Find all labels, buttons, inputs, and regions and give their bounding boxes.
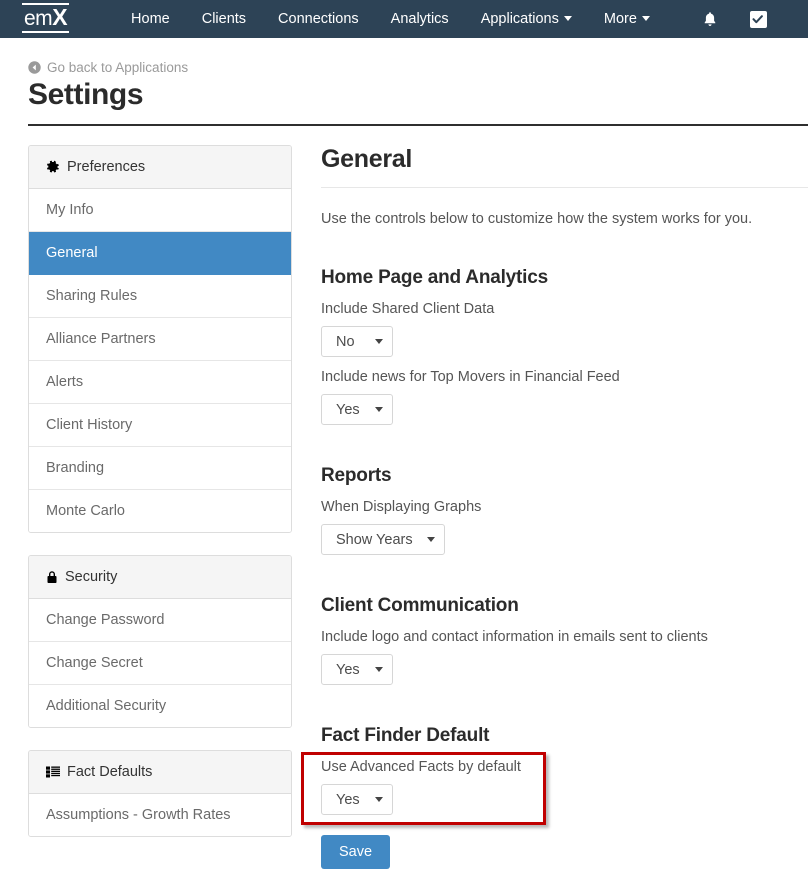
chevron-down-icon	[375, 667, 383, 672]
nav-links: Home Clients Connections Analytics Appli…	[115, 0, 666, 38]
chevron-down-icon	[375, 797, 383, 802]
sidebar-item-additional-security[interactable]: Additional Security	[29, 685, 291, 727]
sidebar-heading-preferences: Preferences	[29, 146, 291, 189]
main-heading-divider	[321, 187, 808, 188]
main-heading: General	[321, 145, 413, 173]
brand-suffix: X	[52, 4, 68, 30]
fact-finder-default-group: Use Advanced Facts by default Yes	[301, 752, 808, 825]
sidebar-heading-label: Fact Defaults	[67, 764, 153, 780]
section-heading-reports: Reports	[321, 465, 392, 486]
settings-sidebar: Preferences My Info General Sharing Rule…	[28, 145, 292, 869]
sidebar-heading-label: Preferences	[67, 159, 146, 175]
select-use-advanced-facts[interactable]: Yes	[321, 784, 393, 815]
chevron-down-icon	[375, 339, 383, 344]
section-heading-client-communication: Client Communication	[321, 595, 519, 616]
sidebar-panel-fact-defaults: Fact Defaults Assumptions - Growth Rates	[28, 750, 292, 837]
select-include-logo-contact-info[interactable]: Yes	[321, 654, 393, 685]
sidebar-item-general[interactable]: General	[29, 232, 291, 275]
chevron-down-icon	[563, 15, 572, 21]
chevron-down-icon	[426, 537, 435, 542]
page-body: Preferences My Info General Sharing Rule…	[0, 126, 808, 869]
go-back-link[interactable]: Go back to Applications	[28, 60, 808, 75]
sidebar-heading-label: Security	[65, 569, 118, 585]
field-label-include-shared-client-data: Include Shared Client Data	[321, 301, 495, 317]
nav-item-analytics-label: Analytics	[390, 11, 449, 27]
sidebar-item-assumptions-growth-rates[interactable]: Assumptions - Growth Rates	[29, 794, 291, 836]
gear-icon	[46, 160, 60, 174]
sidebar-item-monte-carlo[interactable]: Monte Carlo	[29, 490, 291, 532]
nav-item-home[interactable]: Home	[115, 0, 186, 38]
sidebar-heading-security: Security	[29, 556, 291, 599]
sidebar-panel-security: Security Change Password Change Secret A…	[28, 555, 292, 728]
field-label-include-logo-contact-info: Include logo and contact information in …	[321, 629, 708, 645]
nav-item-analytics[interactable]: Analytics	[375, 0, 465, 38]
sidebar-item-sharing-rules[interactable]: Sharing Rules	[29, 275, 291, 318]
settings-main: General Use the controls below to custom…	[292, 145, 808, 869]
sidebar-item-alerts[interactable]: Alerts	[29, 361, 291, 404]
sidebar-item-my-info[interactable]: My Info	[29, 189, 291, 232]
bell-icon	[704, 11, 716, 26]
tasks-button[interactable]	[734, 0, 783, 38]
select-value: No	[336, 333, 355, 350]
nav-icon-group	[686, 0, 783, 38]
list-icon	[46, 766, 60, 778]
emx-logo[interactable]: emX	[22, 3, 70, 33]
nav-item-more-label: More	[603, 11, 637, 27]
select-include-news-top-movers[interactable]: Yes	[321, 394, 393, 425]
nav-item-applications-label: Applications	[480, 11, 559, 27]
nav-item-clients[interactable]: Clients	[186, 0, 262, 38]
chevron-down-icon	[375, 407, 383, 412]
save-button[interactable]: Save	[321, 835, 391, 869]
nav-item-home-label: Home	[131, 11, 170, 27]
sidebar-item-alliance-partners[interactable]: Alliance Partners	[29, 318, 291, 361]
go-back-label: Go back to Applications	[47, 60, 189, 75]
select-include-shared-client-data[interactable]: No	[321, 326, 393, 357]
select-value: Yes	[336, 661, 360, 678]
section-heading-fact-finder-default: Fact Finder Default	[321, 725, 490, 746]
top-navbar: emX Home Clients Connections Analytics A…	[0, 0, 808, 38]
nav-item-connections-label: Connections	[278, 11, 359, 27]
sidebar-item-change-secret[interactable]: Change Secret	[29, 642, 291, 685]
select-value: Show Years	[336, 531, 413, 548]
notifications-button[interactable]	[686, 0, 734, 38]
nav-item-connections[interactable]: Connections	[262, 0, 375, 38]
sidebar-panel-preferences: Preferences My Info General Sharing Rule…	[28, 145, 292, 533]
section-heading-home-page-and-analytics: Home Page and Analytics	[321, 267, 548, 288]
lock-icon	[46, 570, 58, 584]
chevron-down-icon	[641, 15, 650, 21]
sidebar-heading-fact-defaults: Fact Defaults	[29, 751, 291, 794]
page-title: Settings	[28, 78, 144, 111]
sidebar-item-change-password[interactable]: Change Password	[29, 599, 291, 642]
sidebar-item-client-history[interactable]: Client History	[29, 404, 291, 447]
page-header: Go back to Applications Settings	[0, 38, 808, 113]
field-label-when-displaying-graphs: When Displaying Graphs	[321, 499, 482, 515]
nav-item-applications[interactable]: Applications	[465, 0, 588, 38]
field-label-include-news-top-movers: Include news for Top Movers in Financial…	[321, 369, 620, 385]
sidebar-item-branding[interactable]: Branding	[29, 447, 291, 490]
arrow-circle-left-icon	[28, 61, 41, 74]
select-when-displaying-graphs[interactable]: Show Years	[321, 524, 445, 555]
field-label-use-advanced-facts: Use Advanced Facts by default	[321, 759, 521, 775]
select-value: Yes	[336, 401, 360, 418]
select-value: Yes	[336, 791, 360, 808]
nav-item-more[interactable]: More	[588, 0, 666, 38]
nav-item-clients-label: Clients	[201, 11, 247, 27]
checkbox-checked-icon	[749, 10, 767, 28]
brand-prefix: em	[24, 7, 53, 30]
main-intro-text: Use the controls below to customize how …	[321, 211, 753, 227]
